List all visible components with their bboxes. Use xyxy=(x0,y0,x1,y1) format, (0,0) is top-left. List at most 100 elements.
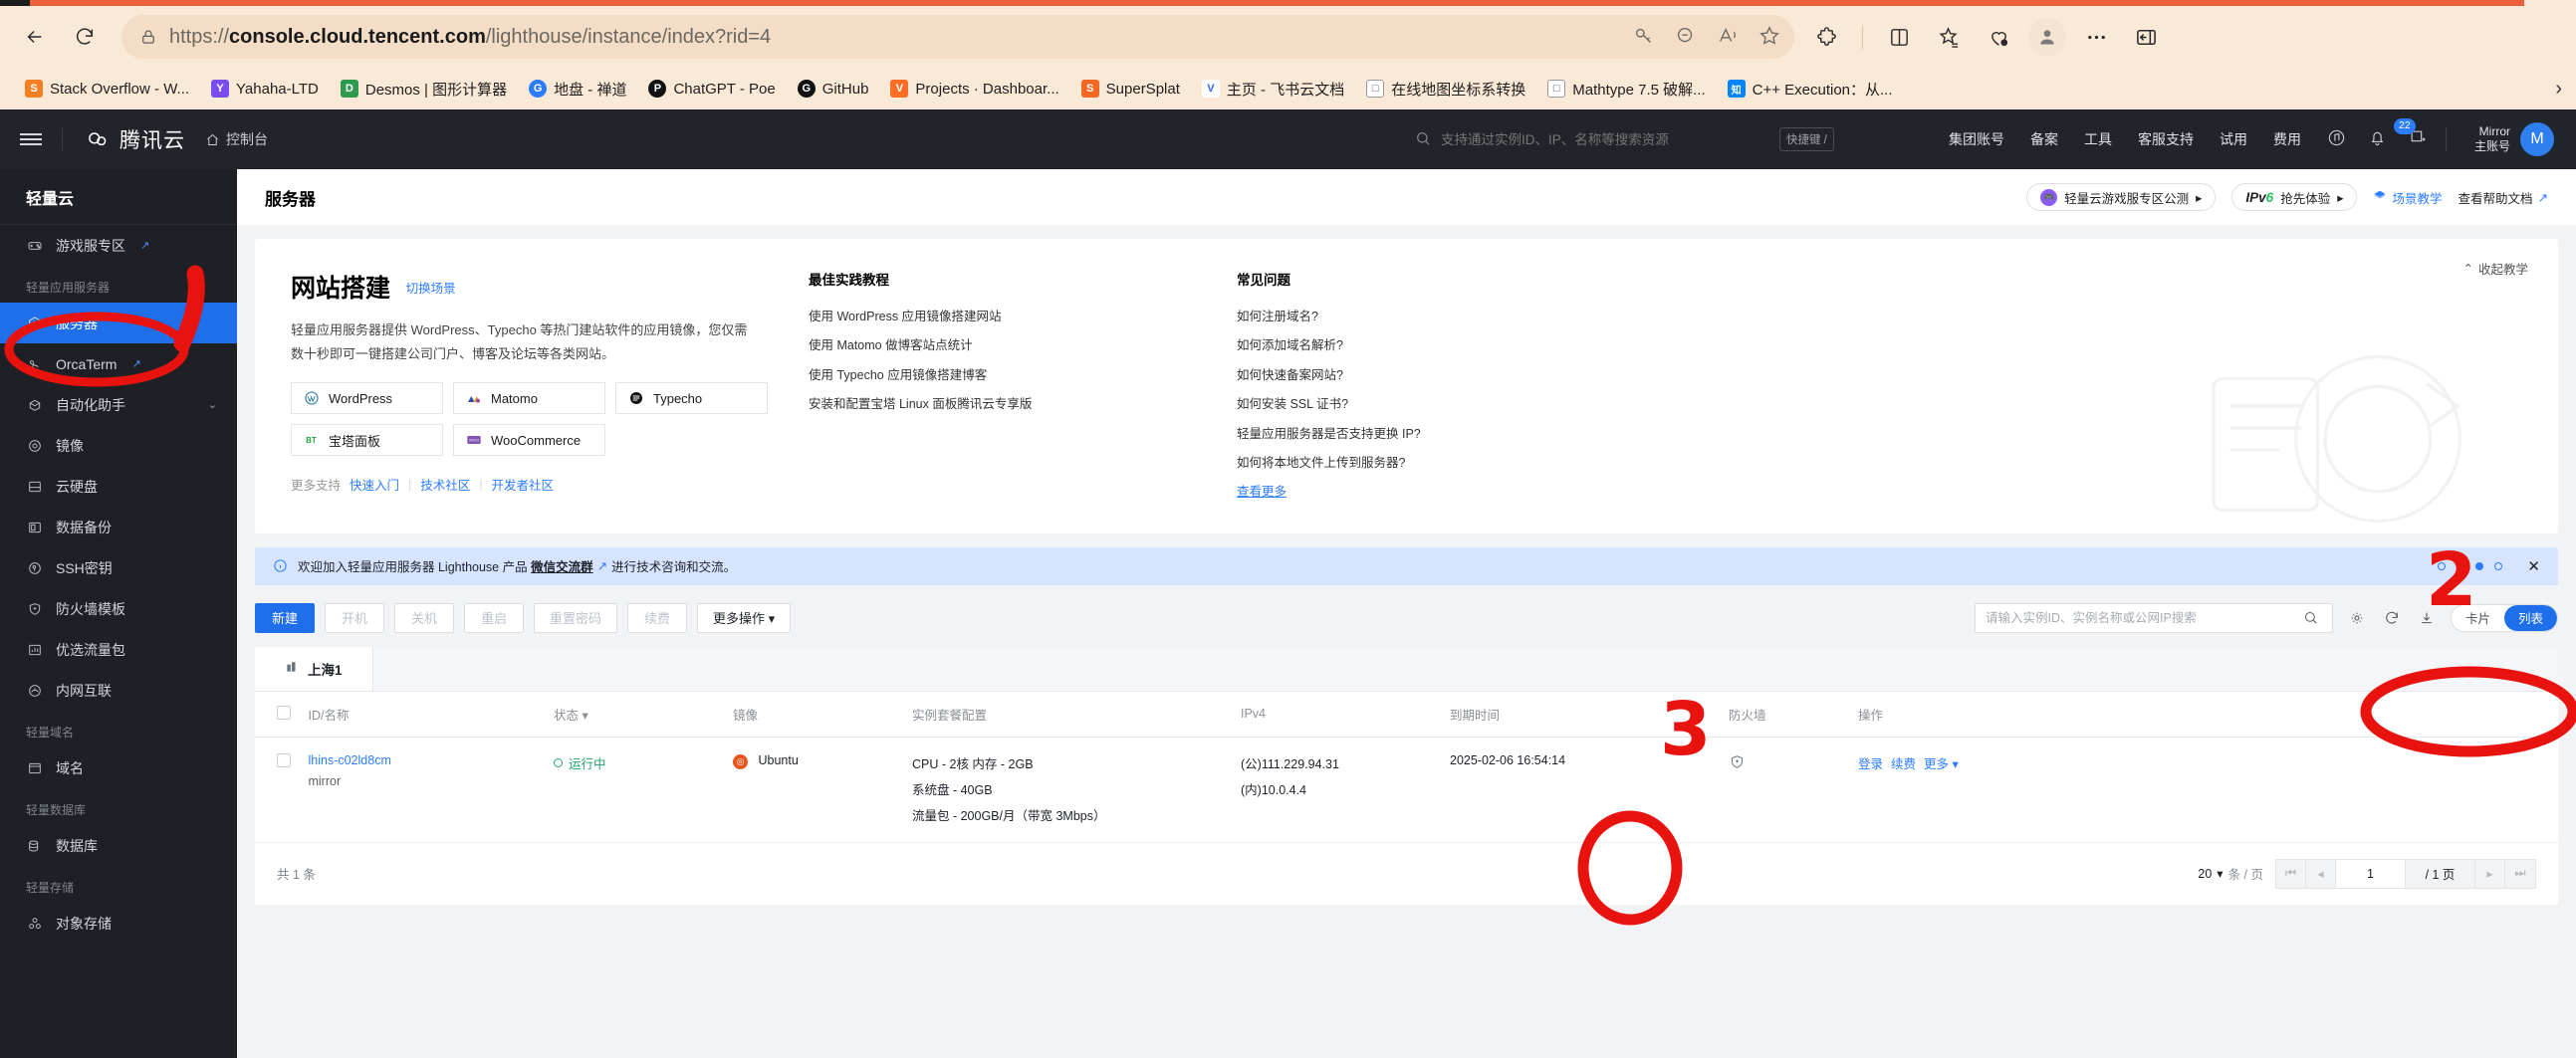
tutorial-link[interactable]: 使用 Typecho 应用镜像搭建博客 xyxy=(809,361,1237,390)
topnav-item-support[interactable]: 客服支持 xyxy=(2138,129,2194,149)
faq-link[interactable]: 如何安装 SSL 证书? xyxy=(1237,390,1665,419)
more-actions-button[interactable]: 更多操作 ▾ xyxy=(697,602,792,633)
sidebar-item-cloud-disk[interactable]: 云硬盘 xyxy=(0,466,237,507)
view-mode-card[interactable]: 卡片 xyxy=(2452,605,2504,631)
instance-id-link[interactable]: lhins-c02ld8cm xyxy=(308,753,390,767)
row-checkbox[interactable] xyxy=(277,752,291,767)
view-mode-toggle[interactable]: 卡片 列表 xyxy=(2450,603,2558,632)
avatar[interactable]: M xyxy=(2520,122,2554,156)
wechat-group-link[interactable]: 微信交流群 xyxy=(531,556,593,575)
faq-more-link[interactable]: 查看更多 xyxy=(1237,478,1665,507)
chevron-down-icon[interactable]: ⌄ xyxy=(208,398,217,411)
bookmarks-overflow-icon[interactable]: › xyxy=(2555,78,2562,101)
sidebar-item-object-storage[interactable]: 对象存储 xyxy=(0,903,237,944)
sidebar-item-database[interactable]: 数据库 xyxy=(0,825,237,866)
th-status[interactable]: 状态 ▾ xyxy=(554,691,733,738)
faq-link[interactable]: 轻量应用服务器是否支持更换 IP? xyxy=(1237,420,1665,449)
back-button[interactable] xyxy=(12,14,58,60)
app-chip-wordpress[interactable]: WordPress xyxy=(291,382,443,415)
sidebar-item-traffic-package[interactable]: 优选流量包 xyxy=(0,629,237,670)
shield-icon[interactable] xyxy=(1729,754,1746,773)
bookmark-item[interactable]: □ Mathtype 7.5 破解... xyxy=(1536,75,1716,104)
column-settings-icon[interactable] xyxy=(2346,607,2368,629)
global-search[interactable]: 快捷键 / xyxy=(1415,127,1943,151)
carousel-dot[interactable] xyxy=(2438,561,2447,570)
sidebar-item-server[interactable]: 服务器 xyxy=(0,303,237,343)
app-chip-baota[interactable]: BT 宝塔面板 xyxy=(291,424,443,457)
bookmark-item[interactable]: □ 在线地图坐标系转换 xyxy=(1355,75,1536,104)
tutorial-link[interactable]: 安装和配置宝塔 Linux 面板腾讯云专享版 xyxy=(809,390,1237,419)
developer-community-link[interactable]: 开发者社区 xyxy=(492,475,555,494)
split-screen-icon[interactable] xyxy=(1879,17,1919,57)
view-mode-list[interactable]: 列表 xyxy=(2503,604,2557,631)
sidebar-item-ssh-key[interactable]: SSH密钥 xyxy=(0,547,237,588)
current-page-input[interactable]: 1 xyxy=(2336,859,2406,888)
quickstart-link[interactable]: 快速入门 xyxy=(350,475,399,494)
topnav-item-tools[interactable]: 工具 xyxy=(2084,129,2112,149)
ipv6-pill[interactable]: IPv6 抢先体验 ▸ xyxy=(2231,183,2358,211)
next-page-button[interactable]: ▸ xyxy=(2475,859,2505,888)
sidebar-toggle-icon[interactable] xyxy=(2126,17,2166,57)
bookmark-item[interactable]: Y Yahaha-LTD xyxy=(200,76,330,102)
app-chip-matomo[interactable]: Matomo xyxy=(453,382,605,415)
help-docs-link[interactable]: 查看帮助文档 ↗ xyxy=(2459,188,2549,207)
app-chip-typecho[interactable]: Typecho xyxy=(615,382,768,415)
bookmark-item[interactable]: D Desmos | 图形计算器 xyxy=(330,75,518,104)
instance-search-box[interactable] xyxy=(1974,602,2333,633)
read-aloud-icon[interactable] xyxy=(1717,25,1739,50)
key-icon[interactable] xyxy=(1633,25,1655,50)
bookmark-item[interactable]: S Stack Overflow - W... xyxy=(14,76,200,102)
bookmark-item[interactable]: 知 C++ Execution：从... xyxy=(1717,75,1904,104)
reload-button[interactable] xyxy=(62,14,108,60)
collections-icon[interactable] xyxy=(1929,17,1969,57)
bookmark-item[interactable]: S SuperSplat xyxy=(1070,76,1191,102)
app-chip-woocommerce[interactable]: WOO WooCommerce xyxy=(453,424,605,457)
tutorial-link[interactable]: 使用 Matomo 做博客站点统计 xyxy=(809,331,1237,360)
instance-search-input[interactable] xyxy=(1985,610,2300,625)
restart-button[interactable]: 重启 xyxy=(464,602,524,633)
power-off-button[interactable]: 关机 xyxy=(394,602,454,633)
zoom-out-icon[interactable] xyxy=(1675,25,1697,50)
topnav-item-beian[interactable]: 备案 xyxy=(2030,129,2058,149)
faq-link[interactable]: 如何注册域名? xyxy=(1237,303,1665,331)
search-icon[interactable] xyxy=(2300,607,2322,629)
extensions-icon[interactable] xyxy=(1806,17,1846,57)
switch-scene-link[interactable]: 切换场景 xyxy=(406,278,456,297)
sidebar-item-game-zone[interactable]: 游戏服专区 ↗ xyxy=(0,225,237,266)
tech-community-link[interactable]: 技术社区 xyxy=(420,475,470,494)
reset-password-button[interactable]: 重置密码 xyxy=(534,602,618,633)
console-home-link[interactable]: 控制台 xyxy=(205,129,268,149)
bookmark-item[interactable]: V Projects · Dashboar... xyxy=(879,76,1069,102)
login-action[interactable]: 登录 xyxy=(1858,753,1883,772)
topnav-item-billing[interactable]: 费用 xyxy=(2273,129,2301,149)
region-tab-shanghai-1[interactable]: 上海1 xyxy=(255,646,373,691)
faq-link[interactable]: 如何快速备案网站? xyxy=(1237,361,1665,390)
renew-action[interactable]: 续费 xyxy=(1891,753,1916,772)
bookmark-item[interactable]: G GitHub xyxy=(787,76,880,102)
settings-more-icon[interactable] xyxy=(2076,17,2116,57)
last-page-button[interactable]: ⏭ xyxy=(2505,859,2535,888)
bookmark-item[interactable]: V 主页 - 飞书云文档 xyxy=(1191,75,1355,104)
refresh-icon[interactable] xyxy=(2381,607,2403,629)
export-download-icon[interactable] xyxy=(2416,607,2438,629)
sidebar-item-orcaterm[interactable]: OrcaTerm ↗ xyxy=(0,343,237,384)
menu-hamburger-icon[interactable] xyxy=(0,130,62,148)
user-account[interactable]: Mirror 主账号 M xyxy=(2474,122,2554,156)
per-page-selector[interactable]: 20 ▾ 条 / 页 xyxy=(2198,864,2263,883)
faq-link[interactable]: 如何将本地文件上传到服务器? xyxy=(1237,449,1665,478)
music-note-icon[interactable] xyxy=(2327,128,2346,150)
sidebar-item-intranet[interactable]: 内网互联 xyxy=(0,670,237,711)
more-action[interactable]: 更多 ▾ xyxy=(1924,753,1959,772)
carousel-dot[interactable] xyxy=(2457,561,2465,570)
sidebar-item-image[interactable]: 镜像 xyxy=(0,425,237,466)
topnav-item-group-account[interactable]: 集团账号 xyxy=(1949,129,2004,149)
first-page-button[interactable]: ⏮ xyxy=(2276,859,2306,888)
notifications-bell[interactable]: 22 xyxy=(2368,118,2416,150)
scene-tutorial-link[interactable]: 场景教学 xyxy=(2373,188,2443,207)
carousel-dot[interactable] xyxy=(2494,561,2503,570)
bookmark-item[interactable]: P ChatGPT - Poe xyxy=(637,76,786,102)
sidebar-item-domain[interactable]: 域名 xyxy=(0,747,237,788)
favorite-star-icon[interactable] xyxy=(1758,25,1780,50)
topnav-item-trial[interactable]: 试用 xyxy=(2220,129,2247,149)
faq-link[interactable]: 如何添加域名解析? xyxy=(1237,331,1665,360)
